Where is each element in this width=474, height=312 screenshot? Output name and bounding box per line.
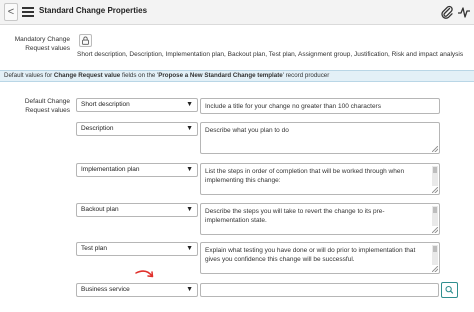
field-select[interactable]: Backout plan ▼ — [76, 203, 198, 217]
field-select[interactable]: Implementation plan ▼ — [76, 163, 198, 177]
scrollbar[interactable] — [432, 166, 438, 186]
resize-handle[interactable] — [432, 146, 438, 152]
field-select-value: Business service — [81, 286, 130, 293]
value-textarea[interactable]: Describe the steps you will take to reve… — [200, 203, 440, 235]
info-suffix: ' record producer — [282, 72, 330, 79]
reference-input[interactable] — [200, 283, 439, 297]
chevron-down-icon: ▼ — [186, 101, 193, 108]
lock-button[interactable] — [79, 34, 92, 47]
info-middle: fields on the ' — [120, 72, 159, 79]
annotation-arrow-icon — [135, 270, 154, 278]
form-header: < Standard Change Properties — [0, 0, 474, 25]
value-text: Explain what testing you have done or wi… — [205, 247, 416, 263]
value-textarea[interactable]: List the steps in order of completion th… — [200, 163, 440, 195]
value-text: Describe the steps you will take to reve… — [205, 208, 385, 224]
info-producer-name: Propose a New Standard Change template — [158, 72, 283, 79]
scrollbar[interactable] — [432, 206, 438, 226]
chevron-down-icon: ▼ — [186, 125, 193, 132]
chevron-down-icon: ▼ — [186, 166, 193, 173]
field-select[interactable]: Description ▼ — [76, 122, 198, 136]
info-field-name: Change Request value — [53, 72, 121, 79]
default-values-label: Default Change Request values — [24, 98, 70, 114]
lock-icon — [82, 36, 89, 45]
field-select[interactable]: Short description ▼ — [76, 98, 198, 112]
resize-handle[interactable] — [432, 187, 438, 193]
chevron-down-icon: ▼ — [186, 286, 193, 293]
search-icon — [445, 285, 454, 294]
field-select-value: Short description — [81, 101, 130, 108]
mandatory-values-label: Mandatory Change Request values — [14, 36, 70, 52]
back-button[interactable]: < — [4, 3, 18, 21]
field-select[interactable]: Business service ▼ — [76, 283, 198, 297]
field-select-value: Test plan — [81, 245, 108, 252]
value-textarea[interactable]: Describe what you plan to do — [200, 122, 440, 154]
field-select-value: Description — [81, 125, 114, 132]
info-message: Default values for Change Request value … — [0, 70, 474, 82]
page-title: Standard Change Properties — [39, 6, 148, 15]
field-select-value: Backout plan — [81, 206, 119, 213]
value-textarea[interactable]: Explain what testing you have done or wi… — [200, 242, 440, 274]
activity-icon[interactable] — [457, 5, 471, 19]
paperclip-icon[interactable] — [440, 5, 454, 19]
resize-handle[interactable] — [432, 227, 438, 233]
hamburger-menu-icon[interactable] — [22, 7, 34, 17]
value-input[interactable]: Include a title for your change no great… — [200, 98, 440, 114]
field-select[interactable]: Test plan ▼ — [76, 242, 198, 256]
value-text: List the steps in order of completion th… — [205, 168, 405, 184]
mandatory-values-text: Short description, Description, Implemen… — [77, 51, 464, 58]
lookup-button[interactable] — [441, 282, 458, 298]
info-prefix: Default values for — [4, 72, 54, 79]
field-select-value: Implementation plan — [81, 166, 140, 173]
chevron-down-icon: ▼ — [186, 206, 193, 213]
value-text: Describe what you plan to do — [205, 127, 289, 134]
chevron-down-icon: ▼ — [186, 245, 193, 252]
scrollbar[interactable] — [432, 245, 438, 265]
resize-handle[interactable] — [432, 266, 438, 272]
